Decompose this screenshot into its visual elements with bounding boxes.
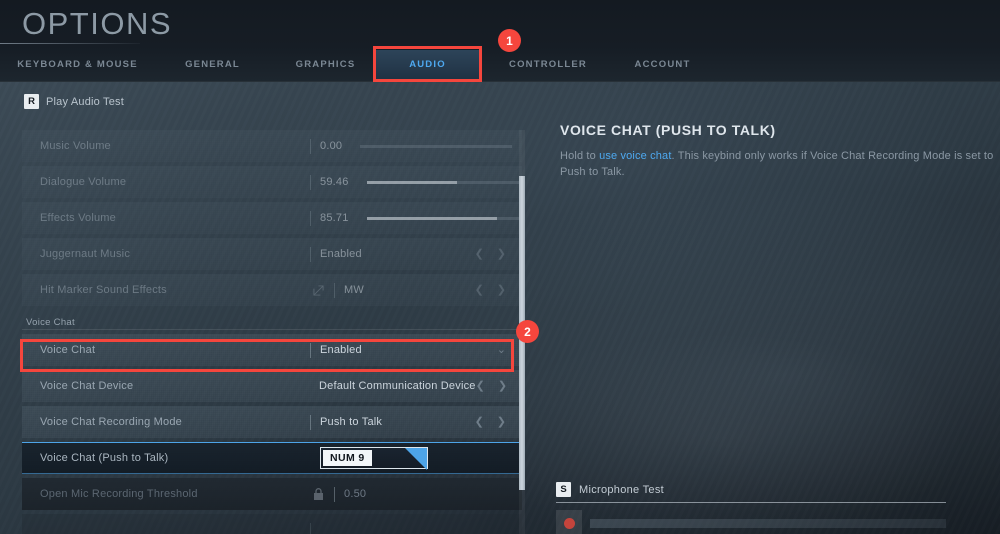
chevron-left-icon[interactable]: ❮ [475, 416, 484, 428]
microphone-test-header: S Microphone Test [556, 482, 946, 503]
setting-row-effects-volume[interactable]: Effects Volume 85.71 [22, 202, 522, 234]
setting-label: Juggernaut Music [40, 248, 131, 260]
chevron-right-icon[interactable]: ❯ [498, 380, 507, 392]
setting-label: Dialogue Volume [40, 176, 127, 188]
setting-label: Voice Chat Recording Mode [40, 416, 182, 428]
microphone-test-label: Microphone Test [579, 483, 665, 496]
row-divider [310, 138, 311, 154]
tab-general[interactable]: GENERAL [155, 50, 270, 80]
row-divider [310, 246, 311, 262]
microphone-level-meter [590, 518, 946, 528]
row-divider [310, 174, 311, 190]
detail-desc-before: Hold to [560, 150, 600, 162]
setting-row-partial [22, 514, 522, 534]
setting-row-juggernaut-music[interactable]: Juggernaut Music Enabled ❮ ❯ [22, 238, 522, 270]
setting-label: Voice Chat [40, 344, 96, 356]
stepper-controls: ❮ ❯ [475, 416, 522, 428]
setting-row-hit-marker-sound-effects[interactable]: Hit Marker Sound Effects MW ❮ ❯ [22, 274, 522, 306]
chevron-down-icon[interactable]: ⌄ [497, 344, 506, 356]
row-divider [334, 486, 335, 502]
stepper-controls: ❮ ❯ [476, 380, 522, 392]
microphone-test-panel: S Microphone Test [556, 482, 946, 534]
setting-row-open-mic-recording-threshold: Open Mic Recording Threshold 0.50 [22, 478, 522, 510]
chevron-left-icon[interactable]: ❮ [475, 284, 484, 296]
setting-row-dialogue-volume[interactable]: Dialogue Volume 59.46 [22, 166, 522, 198]
setting-label: Voice Chat Device [40, 380, 134, 392]
tab-controller[interactable]: CONTROLLER [492, 50, 604, 80]
row-divider [310, 522, 311, 534]
chevron-right-icon[interactable]: ❯ [497, 416, 506, 428]
chevron-left-icon[interactable]: ❮ [475, 248, 484, 260]
setting-row-music-volume[interactable]: Music Volume 0.00 [22, 130, 522, 162]
tab-graphics[interactable]: GRAPHICS [268, 50, 383, 80]
row-divider [334, 282, 335, 298]
setting-value: MW [344, 284, 364, 296]
setting-row-voice-chat-recording-mode[interactable]: Voice Chat Recording Mode Push to Talk ❮… [22, 406, 522, 438]
section-header-voice-chat: Voice Chat [22, 310, 522, 330]
setting-label: Hit Marker Sound Effects [40, 284, 167, 296]
tab-keyboard-mouse[interactable]: KEYBOARD & MOUSE [0, 50, 155, 80]
music-volume-slider[interactable] [360, 144, 513, 148]
microphone-test-body [556, 510, 946, 534]
keybind-field[interactable]: NUM 9 [320, 447, 428, 470]
tab-account[interactable]: ACCOUNT [610, 50, 715, 80]
detail-description: Hold to use voice chat. This keybind onl… [560, 148, 1000, 180]
chevron-left-icon[interactable]: ❮ [476, 380, 485, 392]
options-screen: OPTIONS KEYBOARD & MOUSE GENERAL GRAPHIC… [0, 0, 1000, 534]
keycap-s-icon: S [556, 482, 571, 497]
detail-panel: VOICE CHAT (PUSH TO TALK) Hold to use vo… [560, 122, 1000, 180]
annotation-badge-2: 2 [516, 320, 539, 343]
row-divider [310, 342, 311, 358]
title-underline [0, 43, 140, 44]
setting-label: Open Mic Recording Threshold [40, 488, 198, 500]
setting-value: 85.71 [320, 212, 349, 224]
dialogue-volume-slider[interactable] [366, 180, 519, 184]
row-divider [310, 414, 311, 430]
setting-value: Enabled [320, 248, 362, 260]
keycap-r-icon: R [24, 94, 39, 109]
page-title: OPTIONS [22, 6, 173, 41]
record-dot-icon [563, 517, 575, 529]
setting-row-voice-chat-device[interactable]: Voice Chat Device Default Communication … [22, 370, 522, 402]
detail-title: VOICE CHAT (PUSH TO TALK) [560, 122, 776, 138]
setting-value: Default Communication Device [319, 380, 476, 392]
setting-value: 59.46 [320, 176, 349, 188]
setting-label: Music Volume [40, 140, 111, 152]
external-link-icon[interactable] [310, 284, 326, 296]
record-button[interactable] [556, 510, 582, 534]
keybind-value: NUM 9 [323, 450, 372, 466]
stepper-controls: ❮ ❯ [475, 248, 522, 260]
row-divider [310, 210, 311, 226]
effects-volume-slider[interactable] [366, 216, 519, 220]
play-audio-test-button[interactable]: R Play Audio Test [24, 94, 124, 109]
detail-desc-link[interactable]: use voice chat [599, 150, 671, 162]
slider-fill [366, 216, 497, 220]
tab-bar: KEYBOARD & MOUSE GENERAL GRAPHICS AUDIO … [0, 50, 1000, 82]
play-audio-test-label: Play Audio Test [46, 95, 125, 108]
lock-icon [310, 487, 326, 501]
setting-row-voice-chat-push-to-talk[interactable]: Voice Chat (Push to Talk) NUM 9 [22, 442, 522, 474]
settings-list: Music Volume 0.00 Dialogue Volume 59.46 … [22, 130, 522, 534]
setting-label: Voice Chat (Push to Talk) [40, 452, 169, 464]
setting-row-voice-chat[interactable]: Voice Chat Enabled ⌄ [22, 334, 522, 366]
annotation-badge-1: 1 [498, 29, 521, 52]
slider-fill [366, 180, 457, 184]
setting-value: 0.00 [320, 140, 343, 152]
chevron-right-icon[interactable]: ❯ [497, 248, 506, 260]
stepper-controls: ❮ ❯ [475, 284, 522, 296]
setting-label: Effects Volume [40, 212, 116, 224]
chevron-right-icon[interactable]: ❯ [497, 284, 506, 296]
setting-value: Push to Talk [320, 416, 383, 428]
setting-value: 0.50 [344, 488, 367, 500]
tab-audio[interactable]: AUDIO [375, 50, 480, 80]
setting-value: Enabled [320, 344, 362, 356]
